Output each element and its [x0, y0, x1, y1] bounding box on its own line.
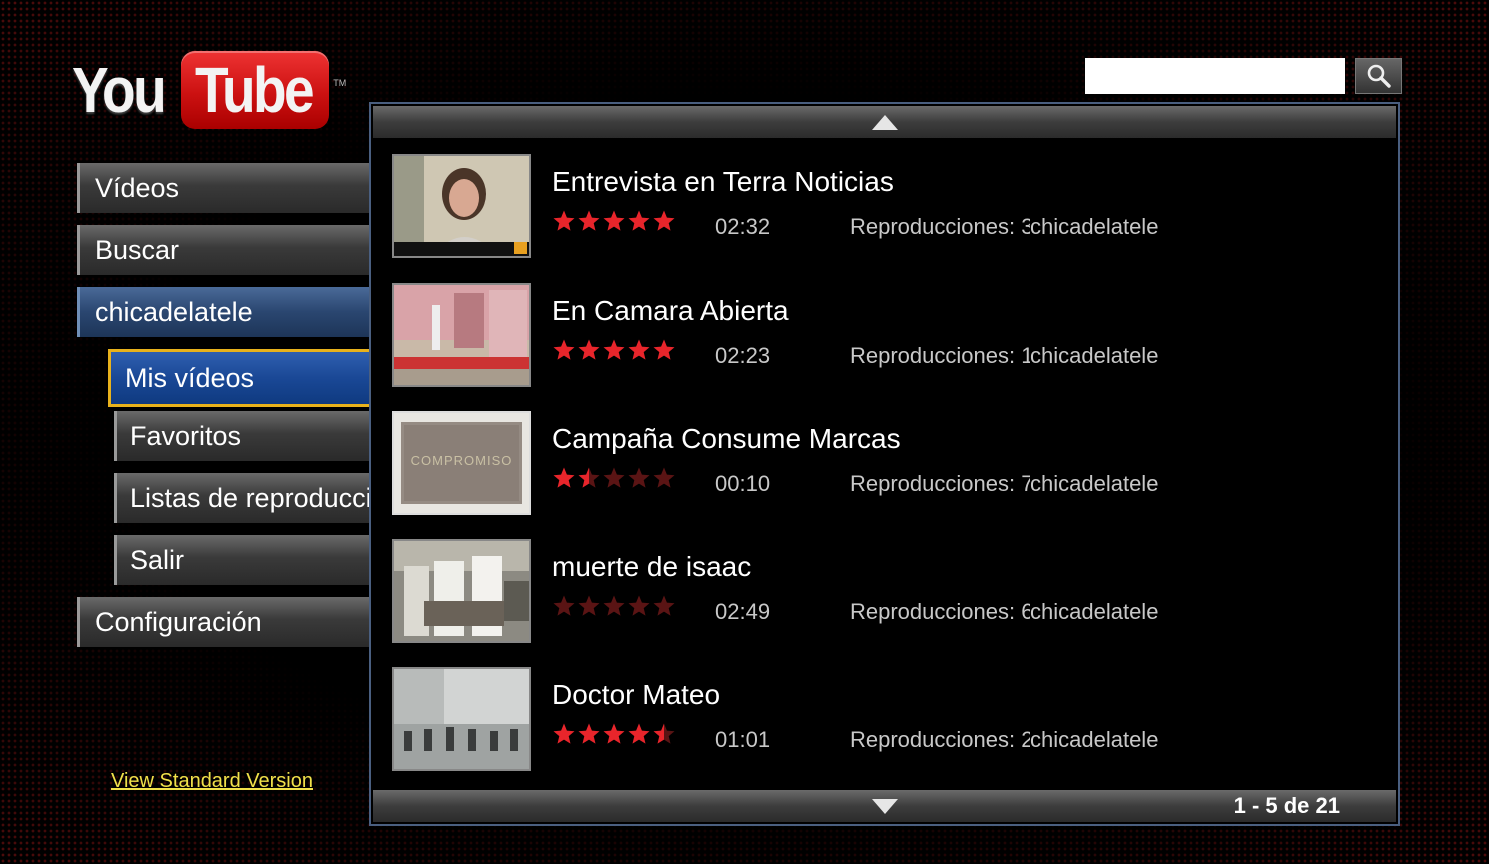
video-author: chicadelatele [1030, 471, 1159, 496]
star-rating [552, 594, 677, 618]
star-icon [653, 723, 675, 744]
star-icon [628, 210, 650, 231]
star-icon [603, 723, 625, 744]
star-icon [553, 210, 575, 231]
video-author: chicadelatele [1030, 727, 1159, 752]
star-icon [653, 210, 675, 231]
video-list-panel: Entrevista en Terra Noticias 02:32 Repro… [369, 102, 1400, 826]
star-icon [603, 339, 625, 360]
video-duration: 02:23 [715, 343, 771, 368]
video-views: Reproducciones: 2300 [850, 727, 1030, 752]
video-duration: 00:10 [715, 471, 771, 496]
video-views: Reproducciones: 7000 [850, 471, 1030, 496]
logo-you-text: You [72, 54, 167, 126]
view-standard-version-link[interactable]: View Standard Version [111, 770, 313, 793]
video-thumbnail[interactable] [392, 154, 531, 258]
video-title: muerte de isaac [552, 551, 752, 582]
video-views: Reproducciones: 3000 [850, 214, 1030, 239]
menu-item-my-videos[interactable]: Mis vídeos [108, 349, 369, 407]
star-icon [578, 210, 600, 231]
star-icon [578, 595, 600, 616]
menu-item-label: Mis vídeos [125, 362, 255, 393]
video-thumbnail[interactable] [392, 539, 531, 643]
menu-item-label: Salir [130, 544, 185, 575]
thumbnail-caption: COMPROMISO [410, 453, 513, 468]
star-icon [628, 467, 650, 488]
star-icon [653, 467, 675, 488]
video-title: Entrevista en Terra Noticias [552, 166, 894, 197]
thumbnail-image [394, 156, 529, 256]
menu-item-label: Vídeos [95, 172, 180, 203]
video-views: Reproducciones: 1700 [850, 343, 1030, 368]
video-title: En Camara Abierta [552, 295, 789, 326]
star-icon [603, 467, 625, 488]
star-icon [553, 595, 575, 616]
star-icon [628, 595, 650, 616]
thumbnail-image [394, 541, 529, 641]
star-icon [653, 339, 675, 360]
video-title: Campaña Consume Marcas [552, 423, 901, 454]
video-title: Doctor Mateo [552, 679, 721, 710]
video-author: chicadelatele [1030, 599, 1159, 624]
thumbnail-image [394, 669, 529, 769]
logo-tube-text: Tube [195, 54, 315, 126]
menu-item-label: Configuración [95, 606, 262, 637]
video-item-4[interactable]: muerte de isaac 02:49 Reproducciones: 62… [392, 539, 1382, 643]
menu-item-videos[interactable]: Vídeos [77, 163, 369, 213]
video-author: chicadelatele [1030, 343, 1159, 368]
video-views: Reproducciones: 62 [850, 599, 1030, 624]
star-icon [553, 723, 575, 744]
video-item-3[interactable]: COMPROMISO Campaña Consume Marcas 00:10 … [392, 411, 1382, 515]
star-rating [552, 209, 677, 233]
star-rating [552, 722, 677, 746]
star-icon [603, 595, 625, 616]
star-icon [578, 467, 600, 488]
logo-tube-box: Tube [181, 51, 330, 129]
menu-item-logout[interactable]: Salir [114, 535, 369, 585]
menu-item-search[interactable]: Buscar [77, 225, 369, 275]
video-item-5[interactable]: Doctor Mateo 01:01 Reproducciones: 2300 … [392, 667, 1382, 771]
star-icon [578, 723, 600, 744]
video-thumbnail[interactable] [392, 283, 531, 387]
search-icon [1367, 64, 1391, 88]
logo-trademark: TM [333, 78, 347, 88]
video-thumbnail[interactable]: COMPROMISO [392, 411, 531, 515]
video-duration: 01:01 [715, 727, 771, 752]
menu-item-playlists[interactable]: Listas de reproducción [114, 473, 369, 523]
video-item-1[interactable]: Entrevista en Terra Noticias 02:32 Repro… [392, 154, 1382, 258]
star-icon [653, 595, 675, 616]
star-rating [552, 466, 677, 490]
star-icon [578, 339, 600, 360]
menu-item-user[interactable]: chicadelatele [77, 287, 369, 337]
star-icon [628, 723, 650, 744]
star-icon [553, 339, 575, 360]
video-item-2[interactable]: En Camara Abierta 02:23 Reproducciones: … [392, 283, 1382, 387]
scroll-down-arrow-icon[interactable] [871, 799, 898, 814]
scroll-down-bar[interactable]: 1 - 5 de 21 [373, 790, 1396, 822]
menu-item-settings[interactable]: Configuración [77, 597, 369, 647]
youtube-logo[interactable]: You Tube TM [72, 50, 346, 130]
star-rating [552, 338, 677, 362]
menu-item-label: Favoritos [130, 420, 242, 451]
star-icon [553, 467, 575, 488]
pagination-text: 1 - 5 de 21 [1233, 793, 1340, 818]
video-duration: 02:32 [715, 214, 771, 239]
star-icon [603, 210, 625, 231]
scroll-up-arrow-icon[interactable] [871, 115, 898, 130]
search-input[interactable] [1085, 58, 1345, 94]
star-icon [628, 339, 650, 360]
search-button[interactable] [1355, 58, 1402, 94]
video-thumbnail[interactable] [392, 667, 531, 771]
menu-item-favorites[interactable]: Favoritos [114, 411, 369, 461]
menu-item-label: Listas de reproducción [130, 482, 369, 513]
menu-item-label: Buscar [95, 234, 180, 265]
video-author: chicadelatele [1030, 214, 1159, 239]
menu-item-label: chicadelatele [95, 296, 253, 327]
scroll-up-bar[interactable] [373, 106, 1396, 138]
thumbnail-image [394, 285, 529, 385]
video-duration: 02:49 [715, 599, 771, 624]
